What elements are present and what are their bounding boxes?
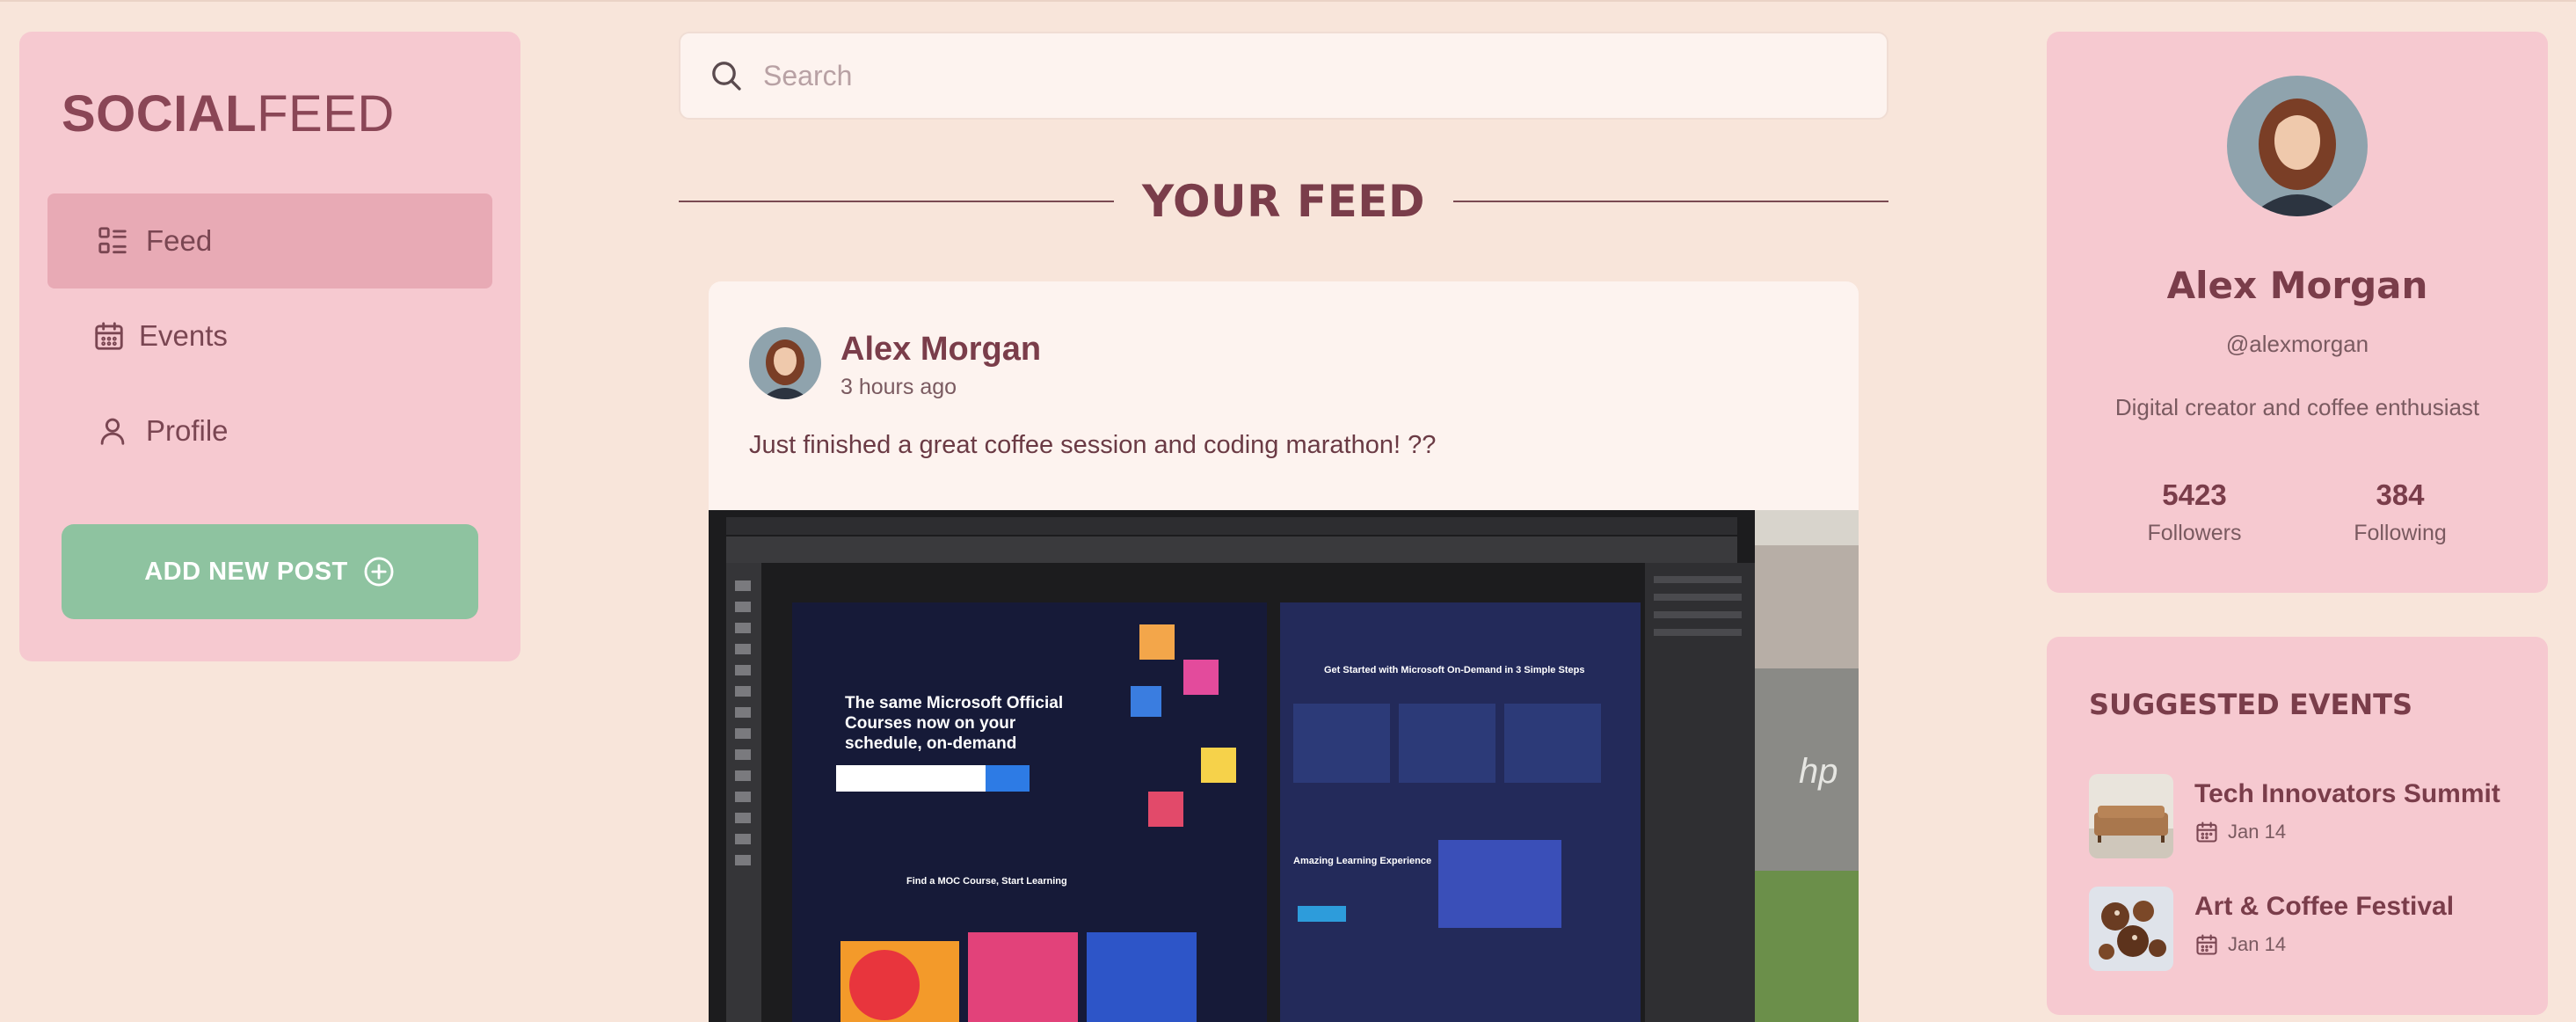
profile-name: Alex Morgan: [2166, 264, 2428, 307]
feed-heading: YOUR FEED: [679, 167, 1889, 236]
event-date: Jan 14: [2194, 932, 2286, 957]
event-title: Tech Innovators Summit: [2194, 779, 2500, 808]
svg-text:Amazing Learning Experience: Amazing Learning Experience: [1293, 856, 1431, 866]
suggested-events-card: SUGGESTED EVENTS Tech Innovators Summit: [2047, 637, 2548, 1015]
search-bar: [679, 32, 1888, 120]
following-count: 384: [2376, 478, 2425, 511]
event-date: Jan 14: [2194, 820, 2286, 844]
profile-bio: Digital creator and coffee enthusiast: [2114, 394, 2480, 420]
event-item[interactable]: Tech Innovators Summit Jan 14: [2089, 774, 2529, 858]
app-logo[interactable]: SOCIALFEED: [62, 84, 395, 143]
svg-text:The same Microsoft Official: The same Microsoft Official: [845, 694, 1063, 712]
sidebar: SOCIALFEED Feed Events Profile ADD NEW P…: [19, 32, 520, 661]
event-thumbnail: [2089, 774, 2173, 858]
event-thumbnail: [2089, 887, 2173, 971]
search-icon[interactable]: [709, 58, 744, 93]
add-post-label: ADD NEW POST: [144, 557, 348, 586]
calendar-icon: [2194, 820, 2219, 844]
post-timestamp: 3 hours ago: [840, 375, 957, 399]
event-item[interactable]: Art & Coffee Festival Jan 14: [2089, 887, 2529, 971]
divider-right: [1452, 201, 1889, 202]
post-author-avatar[interactable]: [749, 327, 821, 399]
event-title: Art & Coffee Festival: [2194, 892, 2455, 921]
profile-handle: @alexmorgan: [2225, 331, 2369, 357]
user-icon: [88, 406, 137, 456]
divider-left: [679, 201, 1115, 202]
add-new-post-button[interactable]: ADD NEW POST: [62, 524, 478, 619]
logo-light-text: FEED: [257, 85, 395, 142]
post-image[interactable]: hp The same Microsoft Official Courses n…: [709, 510, 1859, 1022]
search-input[interactable]: [763, 59, 1818, 92]
svg-text:Courses now on your: Courses now on your: [845, 714, 1016, 733]
suggested-events-heading: SUGGESTED EVENTS: [2089, 688, 2412, 721]
event-date-text: Jan 14: [2228, 933, 2287, 955]
sidebar-item-feed[interactable]: Feed: [47, 193, 492, 288]
followers-stat[interactable]: 5423 Followers: [2107, 478, 2282, 546]
sidebar-item-events[interactable]: Events: [47, 288, 492, 383]
event-date-text: Jan 14: [2228, 821, 2287, 843]
post-author-name[interactable]: Alex Morgan: [840, 331, 1041, 369]
following-label: Following: [2354, 521, 2447, 545]
following-stat[interactable]: 384 Following: [2312, 478, 2488, 546]
svg-text:Get Started with Microsoft On-: Get Started with Microsoft On-Demand in …: [1324, 665, 1584, 675]
plus-circle-icon: [362, 555, 396, 588]
post-card: Alex Morgan 3 hours ago Just finished a …: [709, 281, 1859, 1022]
sidebar-item-profile[interactable]: Profile: [47, 383, 492, 478]
sidebar-item-label: Feed: [146, 224, 213, 257]
profile-card: Alex Morgan @alexmorgan Digital creator …: [2047, 32, 2548, 593]
svg-text:Find a MOC Course, Start Learn: Find a MOC Course, Start Learning: [906, 876, 1067, 887]
calendar-icon: [2194, 932, 2219, 957]
post-text: Just finished a great coffee session and…: [749, 431, 1437, 459]
profile-avatar[interactable]: [2227, 76, 2368, 216]
sidebar-item-label: Profile: [146, 414, 229, 447]
logo-bold-text: SOCIAL: [62, 85, 258, 142]
followers-label: Followers: [2147, 521, 2242, 545]
calendar-icon: [84, 311, 134, 361]
followers-count: 5423: [2162, 478, 2227, 511]
feed-icon: [88, 216, 137, 266]
sidebar-item-label: Events: [139, 319, 228, 352]
top-border: [0, 0, 2576, 2]
svg-text:hp: hp: [1799, 752, 1838, 791]
page-title: YOUR FEED: [1142, 176, 1425, 227]
svg-text:schedule, on-demand: schedule, on-demand: [845, 734, 1016, 753]
